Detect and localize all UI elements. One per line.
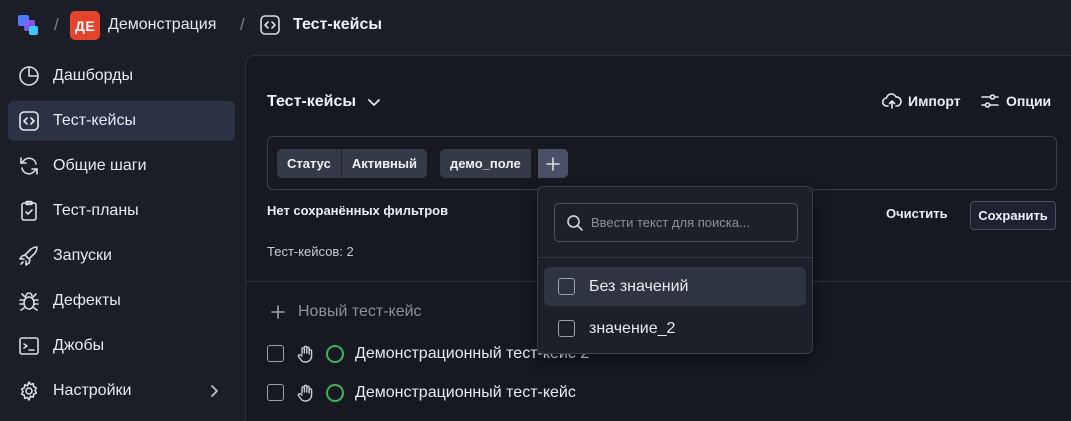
filter-chip-custom-field[interactable]: демо_поле [440, 149, 531, 178]
table-row[interactable]: Демонстрационный тест-кейс [267, 381, 787, 405]
sidebar-item-launches[interactable]: Запуски [8, 236, 235, 276]
filter-chip-key: Статус [287, 156, 331, 171]
terminal-icon [19, 337, 39, 355]
rocket-icon [19, 246, 38, 266]
bug-icon [19, 292, 39, 311]
code-icon [260, 15, 280, 35]
breadcrumb-page: Тест-кейсы [293, 16, 383, 33]
sidebar-item-label: Тест-планы [53, 202, 139, 219]
sidebar: Дашборды Тест-кейсы Общие шаги Тест-план… [0, 53, 245, 421]
clear-button[interactable]: Очистить [886, 206, 948, 221]
new-testcase-label: Новый тест-кейс [298, 303, 422, 320]
app-logo-icon[interactable] [16, 12, 42, 38]
row-checkbox[interactable] [267, 345, 284, 362]
sidebar-item-label: Общие шаги [53, 157, 147, 174]
testcase-count: Тест-кейсов: 2 [267, 244, 354, 259]
sidebar-item-label: Дефекты [53, 292, 121, 309]
option-label: Без значений [589, 278, 689, 295]
import-label: Импорт [908, 93, 961, 109]
gear-icon [20, 381, 38, 401]
option-checkbox[interactable] [558, 278, 575, 295]
plus-icon [546, 156, 560, 171]
sidebar-item-label: Запуски [53, 247, 112, 264]
sidebar-item-testplans[interactable]: Тест-планы [8, 191, 235, 231]
breadcrumb-separator: / [54, 15, 59, 34]
sidebar-item-testcases[interactable]: Тест-кейсы [8, 101, 235, 141]
sidebar-item-label: Тест-кейсы [53, 112, 136, 129]
manual-hand-icon [297, 384, 313, 402]
option-checkbox[interactable] [558, 320, 575, 337]
sidebar-item-defects[interactable]: Дефекты [8, 281, 235, 321]
page-title[interactable]: Тест-кейсы [267, 93, 356, 111]
dropdown-option-empty[interactable]: Без значений [544, 267, 806, 306]
sidebar-item-jobs[interactable]: Джобы [8, 326, 235, 366]
sidebar-item-label: Джобы [53, 337, 105, 354]
sidebar-item-shared-steps[interactable]: Общие шаги [8, 146, 235, 186]
chevron-right-icon [211, 385, 218, 397]
add-value-button[interactable] [538, 149, 568, 178]
cloud-upload-icon [882, 93, 902, 109]
import-button[interactable]: Импорт [882, 90, 961, 112]
plus-icon [271, 305, 285, 319]
testcase-name[interactable]: Демонстрационный тест-кейс [355, 384, 576, 402]
sidebar-item-label: Дашборды [53, 67, 133, 84]
options-button[interactable]: Опции [980, 90, 1051, 112]
saved-filters-status: Нет сохранённых фильтров [267, 203, 449, 218]
breadcrumb-project[interactable]: Демонстрация [108, 16, 216, 34]
top-bar: / ДЕ Демонстрация / Тест-кейсы [0, 0, 1071, 52]
filter-chip-value: Активный [351, 156, 418, 171]
dropdown-search[interactable] [554, 203, 798, 242]
status-active-icon [326, 384, 344, 402]
search-input[interactable] [591, 204, 791, 241]
value-dropdown: Без значений значение_2 [537, 186, 813, 354]
new-testcase-button[interactable]: Новый тест-кейс [270, 303, 422, 321]
sidebar-item-label: Настройки [53, 382, 132, 399]
breadcrumb-separator: / [240, 15, 245, 34]
option-label: значение_2 [589, 320, 676, 337]
search-icon [567, 215, 583, 231]
code-icon [19, 111, 39, 131]
status-active-icon [326, 345, 344, 363]
manual-hand-icon [297, 345, 313, 363]
sidebar-item-dashboards[interactable]: Дашборды [8, 56, 235, 96]
filter-bar[interactable]: Статус Активный демо_поле [267, 136, 1057, 190]
pie-chart-icon [19, 66, 39, 86]
project-avatar[interactable]: ДЕ [70, 11, 100, 40]
dropdown-option-value-2[interactable]: значение_2 [544, 309, 806, 348]
refresh-icon [20, 157, 38, 175]
options-label: Опции [1006, 93, 1052, 109]
filter-chip-status[interactable]: Статус Активный [277, 149, 428, 178]
clipboard-check-icon [21, 200, 37, 221]
filter-chip-key: демо_поле [450, 156, 521, 171]
row-checkbox[interactable] [267, 384, 284, 401]
divider [538, 257, 812, 258]
chevron-down-icon[interactable] [366, 94, 382, 110]
save-button[interactable]: Сохранить [970, 201, 1056, 230]
sliders-icon [981, 94, 999, 108]
sidebar-item-settings[interactable]: Настройки [8, 371, 235, 411]
